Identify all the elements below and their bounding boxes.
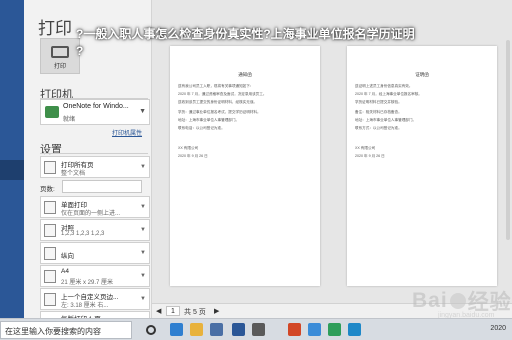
- option-sublabel: 左: 3.18 厘米 右...: [61, 303, 109, 309]
- system-clock[interactable]: 2020: [490, 325, 506, 332]
- settings-icon[interactable]: [252, 323, 265, 336]
- paper-icon: [44, 270, 56, 283]
- page-line: 备注：相关材料已存档备查。: [355, 110, 402, 114]
- pages-label: 页数:: [40, 186, 55, 193]
- printer-properties-link[interactable]: 打印机属性: [112, 128, 142, 137]
- baidu-watermark: Bai 经验 jingyan.baidu.com: [412, 286, 512, 319]
- page-line: 学历：通过事业单位报名考试，提交学历证明材料。: [178, 110, 261, 114]
- overlay-headline-line-1: ?一般入职人事怎么检查身份真实性?上海事业单位报名学历证明: [76, 27, 415, 41]
- page-total: 共 5 页: [184, 309, 206, 316]
- printer-select[interactable]: OneNote for Windo... 就绪 ▼: [40, 99, 150, 125]
- page-line: 2020 年 7 月，通过资格审查及面试，决定录用该员工。: [178, 92, 267, 96]
- page-line: 兹证明上述员工身份信息真实有效。: [355, 84, 413, 88]
- print-panel-title: 打印: [38, 19, 72, 38]
- option-sublabel: 仅在页面的一侧上进...: [61, 211, 121, 217]
- print-button[interactable]: 打印: [40, 38, 80, 74]
- chevron-down-icon: ▼: [140, 227, 146, 233]
- backstage-nav: [0, 0, 24, 318]
- print-range-select[interactable]: 打印所有页 整个文档 ▼: [40, 156, 150, 178]
- option-sublabel: 21 厘米 x 29.7 厘米: [61, 280, 114, 286]
- settings-section-divider: [40, 153, 148, 154]
- print-button-label: 打印: [53, 64, 66, 70]
- page-line: 学历证明材料已提交并核验。: [355, 100, 402, 104]
- store-icon[interactable]: [210, 323, 223, 336]
- chevron-down-icon: ▼: [140, 250, 146, 256]
- page-line: 地址：上海市事业单位人事管理部门。: [355, 118, 417, 122]
- page-line: 2020 年 7 月，经上海事业单位报名审核。: [355, 92, 422, 96]
- taskbar-search-box[interactable]: 在这里输入你要搜索的内容: [0, 321, 132, 339]
- next-page-button[interactable]: ▶: [214, 307, 219, 315]
- edge-browser-icon[interactable]: [170, 323, 183, 336]
- page-title: 证明函: [415, 72, 429, 77]
- onenote-printer-icon: [45, 106, 59, 118]
- app-icon[interactable]: [308, 323, 321, 336]
- paw-logo-icon: [449, 293, 466, 309]
- chevron-down-icon: ▼: [140, 204, 146, 210]
- page-line: 2020 年 9 月 26 日: [355, 154, 385, 158]
- printer-status: 就绪: [63, 117, 76, 123]
- printer-name: OneNote for Windo...: [63, 103, 129, 110]
- option-label: 纵向: [61, 253, 74, 260]
- page-line: 联系方式：以公司登记为准。: [355, 126, 402, 130]
- pages-icon: [44, 161, 56, 174]
- margins-select[interactable]: 上一个自定义页边... 左: 3.18 厘米 右... ▼: [40, 288, 150, 310]
- paper-size-select[interactable]: A4 21 厘米 x 29.7 厘米 ▼: [40, 265, 150, 287]
- page-line: XX 有限公司: [178, 146, 199, 150]
- collate-icon: [44, 224, 56, 237]
- page-line: 联系电话：以公司登记为准。: [178, 126, 225, 130]
- sides-select[interactable]: 单面打印 仅在页面的一侧上进... ▼: [40, 196, 150, 218]
- page-number-input[interactable]: 1: [166, 306, 180, 316]
- chevron-down-icon: ▼: [140, 296, 146, 302]
- page-line: 2020 年 9 月 26 日: [178, 154, 208, 158]
- taskbar: 在这里输入你要搜索的内容 2020: [0, 318, 512, 340]
- chevron-down-icon: ▼: [140, 164, 146, 170]
- app-icon[interactable]: [328, 323, 341, 336]
- single-sided-icon: [44, 201, 56, 214]
- taskbar-search-placeholder: 在这里输入你要搜索的内容: [5, 327, 101, 336]
- pages-input[interactable]: [62, 180, 142, 193]
- overlay-headline: ?一般入职人事怎么检查身份真实性?上海事业单位报名学历证明 ?: [76, 26, 446, 60]
- chevron-down-icon: ▼: [139, 108, 146, 115]
- orientation-select[interactable]: 纵向 ▼: [40, 242, 150, 264]
- word-icon[interactable]: [232, 323, 245, 336]
- watermark-text-left: Bai: [412, 289, 448, 312]
- file-explorer-icon[interactable]: [190, 323, 203, 336]
- page-line: 兹有我公司员工入职，现将有关事项通知如下：: [178, 84, 254, 88]
- option-sublabel: 整个文档: [61, 171, 86, 177]
- powerpoint-icon[interactable]: [288, 323, 301, 336]
- preview-page-2: 证明函 兹证明上述员工身份信息真实有效。 2020 年 7 月，经上海事业单位报…: [347, 46, 497, 286]
- collation-select[interactable]: 对照 1,2,3 1,2,3 1,2,3 ▼: [40, 219, 150, 241]
- task-view-icon[interactable]: [146, 325, 156, 335]
- page-line: 兹收到该员工提交的身份证明材料，经核实无误。: [178, 100, 258, 104]
- preview-page-1: 通知函 兹有我公司员工入职，现将有关事项通知如下： 2020 年 7 月，通过资…: [170, 46, 320, 286]
- page-title: 通知函: [238, 72, 252, 77]
- settings-section-title: 设置: [40, 144, 62, 156]
- page-line: XX 有限公司: [355, 146, 376, 150]
- option-label: A4: [61, 268, 69, 275]
- prev-page-button[interactable]: ◀: [156, 307, 161, 315]
- printer-icon: [51, 46, 69, 58]
- backstage-nav-selected[interactable]: [0, 160, 24, 180]
- page-line: 地址：上海市事业单位人事管理部门。: [178, 118, 240, 122]
- chevron-down-icon: ▼: [140, 273, 146, 279]
- preview-scrollbar[interactable]: [506, 40, 510, 240]
- overlay-headline-line-2: ?: [76, 44, 84, 58]
- margins-icon: [44, 293, 56, 306]
- portrait-icon: [44, 247, 56, 260]
- option-sublabel: 1,2,3 1,2,3 1,2,3: [61, 231, 105, 237]
- app-icon[interactable]: [348, 323, 361, 336]
